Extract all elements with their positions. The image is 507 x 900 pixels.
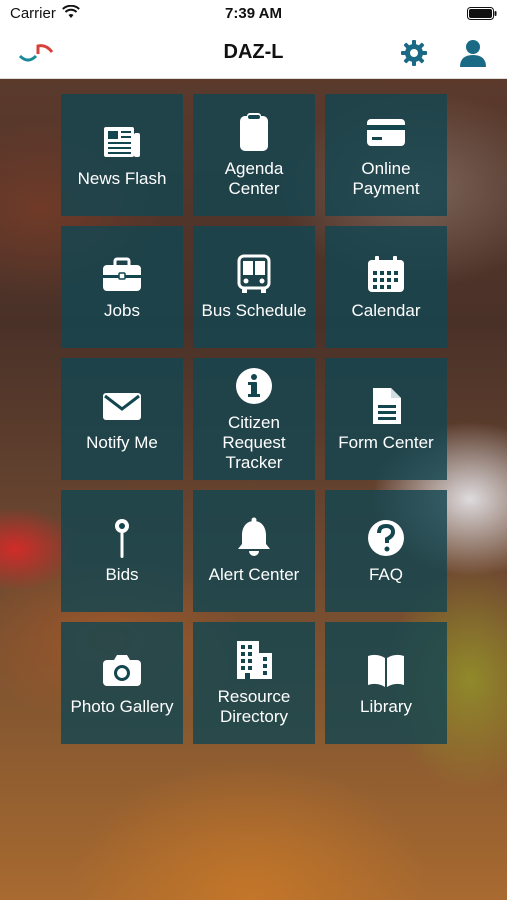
tile-label: Form Center bbox=[338, 433, 434, 452]
tile-notify-me[interactable]: Notify Me bbox=[61, 358, 183, 480]
status-bar: Carrier 7:39 AM bbox=[0, 0, 507, 28]
tile-label: News Flash bbox=[77, 169, 167, 188]
document-icon bbox=[365, 385, 407, 427]
newspaper-icon bbox=[101, 121, 143, 163]
clock-label: 7:39 AM bbox=[225, 5, 282, 22]
tile-form-center[interactable]: Form Center bbox=[325, 358, 447, 480]
user-icon[interactable] bbox=[458, 38, 488, 68]
calendar-icon bbox=[365, 253, 407, 295]
tile-jobs[interactable]: Jobs bbox=[61, 226, 183, 348]
briefcase-icon bbox=[101, 253, 143, 295]
tile-bus-schedule[interactable]: Bus Schedule bbox=[193, 226, 315, 348]
camera-icon bbox=[101, 649, 143, 691]
tile-news-flash[interactable]: News Flash bbox=[61, 94, 183, 216]
gear-icon[interactable] bbox=[400, 39, 428, 67]
tile-label: Notify Me bbox=[86, 433, 158, 452]
question-icon bbox=[365, 517, 407, 559]
tile-alert-center[interactable]: Alert Center bbox=[193, 490, 315, 612]
clipboard-icon bbox=[233, 111, 275, 153]
tile-bids[interactable]: Bids bbox=[61, 490, 183, 612]
tile-label: Bids bbox=[105, 565, 139, 584]
tile-calendar[interactable]: Calendar bbox=[325, 226, 447, 348]
service-grid: News Flash Agenda Center Online Payment … bbox=[61, 94, 447, 744]
battery-icon bbox=[467, 7, 497, 20]
tile-faq[interactable]: FAQ bbox=[325, 490, 447, 612]
tile-citizen-request-tracker[interactable]: Citizen Request Tracker bbox=[193, 358, 315, 480]
tile-resource-directory[interactable]: Resource Directory bbox=[193, 622, 315, 744]
tile-label: FAQ bbox=[368, 565, 403, 584]
tile-label: Library bbox=[360, 697, 412, 716]
building-icon bbox=[233, 639, 275, 681]
bus-icon bbox=[233, 253, 275, 295]
page-title: DAZ-L bbox=[223, 41, 284, 63]
tile-label: Jobs bbox=[104, 301, 140, 320]
tile-label: Agenda Center bbox=[224, 159, 284, 198]
pin-icon bbox=[101, 517, 143, 559]
credit-card-icon bbox=[365, 111, 407, 153]
tile-online-payment[interactable]: Online Payment bbox=[325, 94, 447, 216]
info-icon bbox=[233, 365, 275, 407]
bell-icon bbox=[233, 517, 275, 559]
navigation-bar: DAZ-L bbox=[0, 28, 507, 79]
tile-label: Citizen Request Tracker bbox=[222, 413, 286, 472]
tile-library[interactable]: Library bbox=[325, 622, 447, 744]
tile-photo-gallery[interactable]: Photo Gallery bbox=[61, 622, 183, 744]
tile-label: Online Payment bbox=[352, 159, 420, 198]
tile-label: Resource Directory bbox=[217, 687, 291, 726]
envelope-icon bbox=[101, 385, 143, 427]
tile-label: Bus Schedule bbox=[201, 301, 307, 320]
tile-agenda-center[interactable]: Agenda Center bbox=[193, 94, 315, 216]
book-icon bbox=[365, 649, 407, 691]
tile-label: Calendar bbox=[351, 301, 421, 320]
tile-label: Photo Gallery bbox=[70, 697, 174, 716]
tile-label: Alert Center bbox=[208, 565, 300, 584]
